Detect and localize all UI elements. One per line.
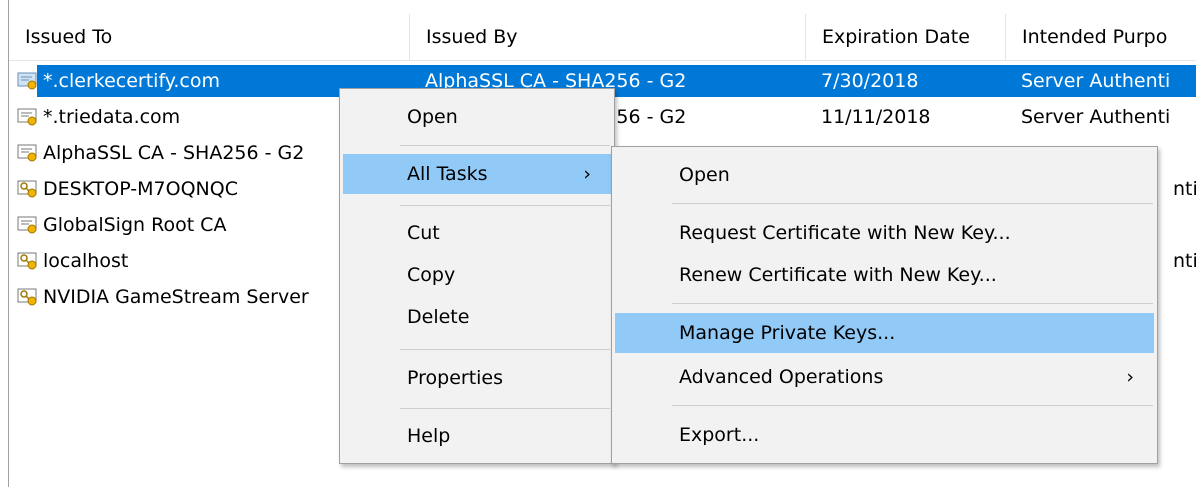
all-tasks-submenu: Open Request Certificate with New Key...…	[611, 146, 1158, 464]
column-header-label: Intended Purpo	[1022, 26, 1168, 48]
menu-separator	[400, 408, 610, 409]
column-header-label: Issued By	[426, 26, 518, 48]
column-header-label: Expiration Date	[822, 26, 970, 48]
column-header-label: Issued To	[25, 26, 113, 48]
certificate-icon	[17, 216, 37, 234]
certificate-key-icon	[17, 252, 37, 270]
menu-separator	[672, 303, 1153, 304]
menu-item-all-tasks[interactable]: All Tasks ›	[343, 154, 611, 194]
submenu-arrow-icon: ›	[583, 163, 591, 185]
cell-intended-purpose: Server Authenti	[1021, 70, 1171, 92]
submenu-item-export[interactable]: Export...	[615, 415, 1154, 455]
column-header-expiration-date[interactable]: Expiration Date	[805, 14, 1005, 60]
certificate-icon	[17, 108, 37, 126]
menu-item-delete[interactable]: Delete	[343, 297, 611, 337]
menu-item-cut[interactable]: Cut	[343, 213, 611, 253]
cell-intended-purpose: nti	[1173, 178, 1196, 200]
menu-item-help[interactable]: Help	[343, 416, 611, 456]
column-header-issued-by[interactable]: Issued By	[409, 14, 805, 60]
submenu-item-renew-certificate-new-key[interactable]: Renew Certificate with New Key...	[615, 255, 1154, 295]
menu-item-properties[interactable]: Properties	[343, 358, 611, 398]
menu-separator	[400, 205, 610, 206]
cell-expiration-date: 7/30/2018	[821, 70, 919, 92]
menu-separator	[672, 203, 1153, 204]
menu-item-open[interactable]: Open	[343, 97, 611, 137]
column-header-bar: Issued To Issued By Expiration Date Inte…	[9, 14, 1196, 61]
submenu-item-advanced-operations[interactable]: Advanced Operations ›	[615, 357, 1154, 397]
cell-intended-purpose: Server Authenti	[1021, 106, 1171, 128]
menu-item-copy[interactable]: Copy	[343, 255, 611, 295]
context-menu: Open All Tasks › Cut Copy Delete Propert…	[339, 88, 615, 464]
menu-separator	[400, 349, 610, 350]
submenu-item-manage-private-keys[interactable]: Manage Private Keys...	[615, 313, 1154, 353]
certificate-key-icon	[17, 288, 37, 306]
cell-intended-purpose: nti	[1173, 250, 1196, 272]
column-header-intended-purpose[interactable]: Intended Purpo	[1005, 14, 1196, 60]
cell-expiration-date: 11/11/2018	[821, 106, 931, 128]
submenu-item-open[interactable]: Open	[615, 155, 1154, 195]
submenu-item-request-certificate-new-key[interactable]: Request Certificate with New Key...	[615, 213, 1154, 253]
certificate-key-icon	[17, 180, 37, 198]
column-header-issued-to[interactable]: Issued To	[9, 14, 409, 60]
certificate-icon	[17, 72, 37, 90]
menu-separator	[400, 145, 610, 146]
submenu-arrow-icon: ›	[1126, 366, 1134, 388]
menu-separator	[672, 405, 1153, 406]
certificate-icon	[17, 144, 37, 162]
